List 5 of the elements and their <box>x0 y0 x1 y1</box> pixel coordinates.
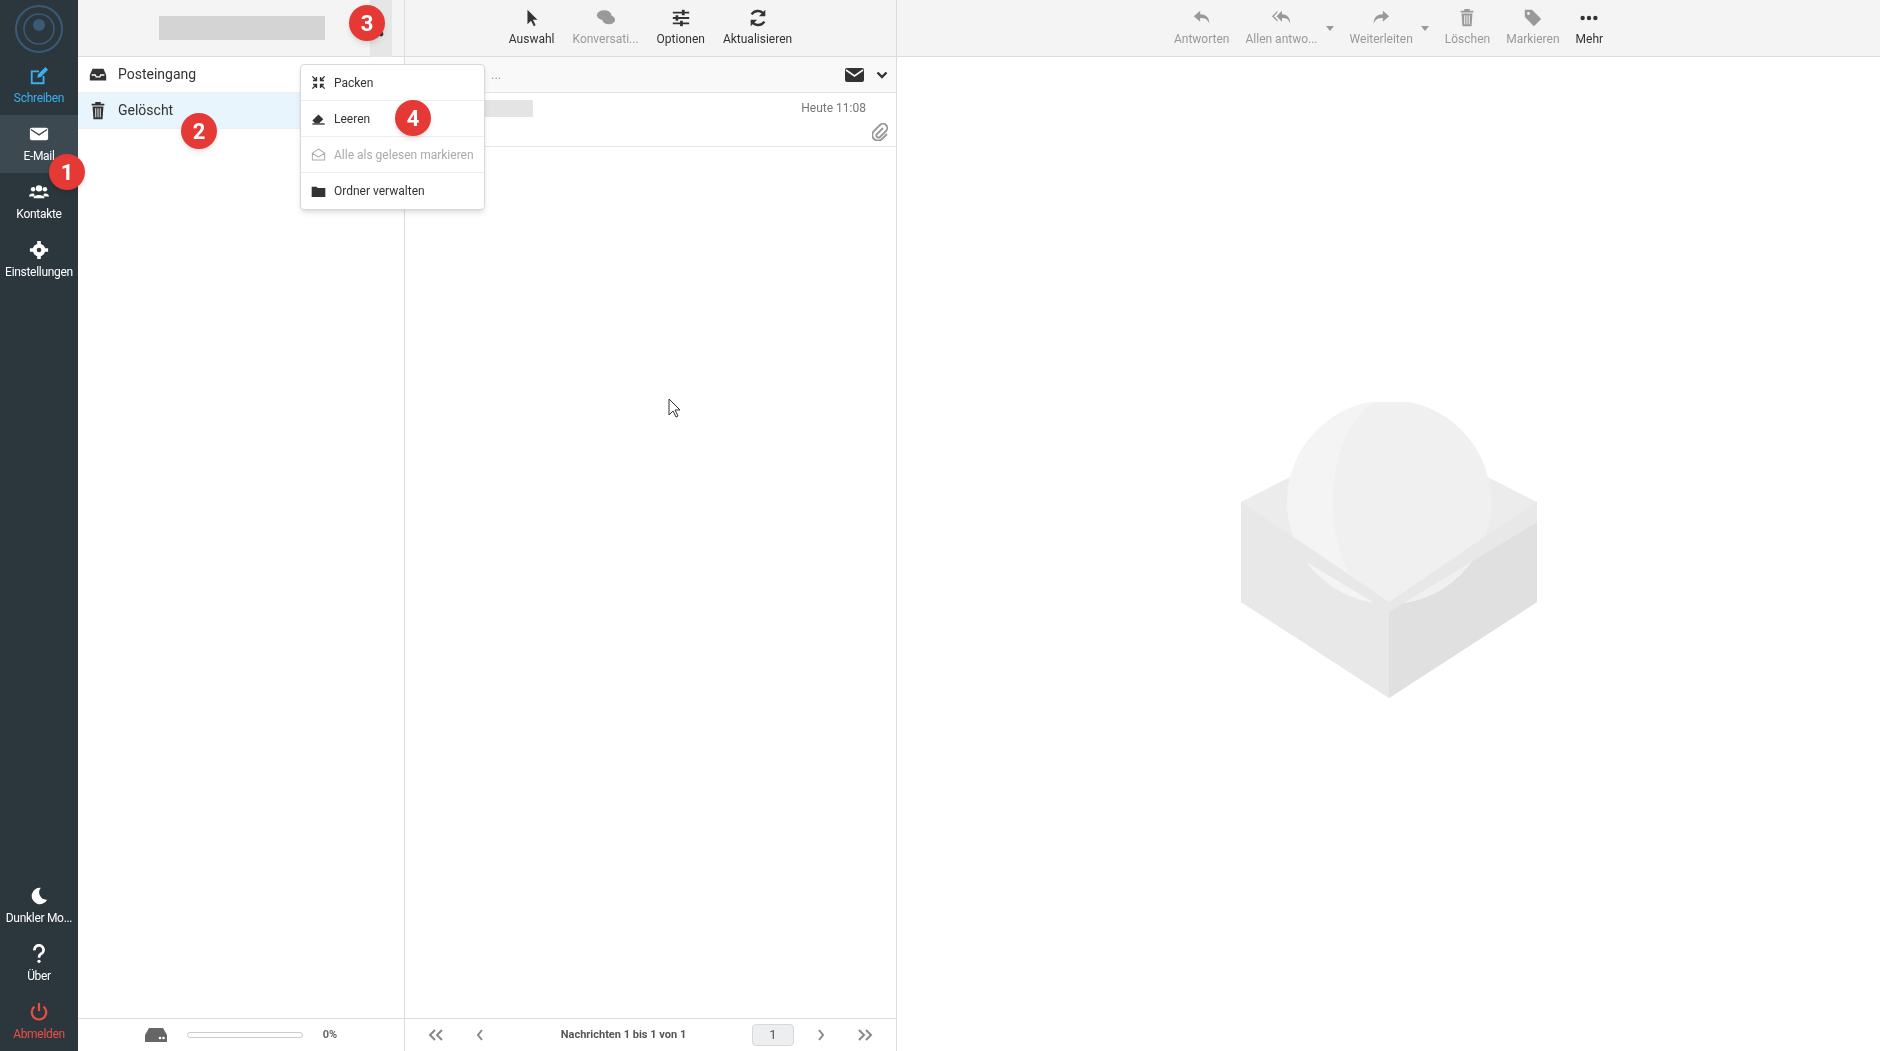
quota-percent: 0% <box>322 1026 338 1043</box>
pagination-summary: Nachrichten 1 bis 1 von 1 <box>559 1026 688 1043</box>
search-placeholder: ... <box>491 65 502 84</box>
message-time: Heute 11:08 <box>801 100 866 117</box>
step-marker-overlay: 2 <box>181 113 217 149</box>
